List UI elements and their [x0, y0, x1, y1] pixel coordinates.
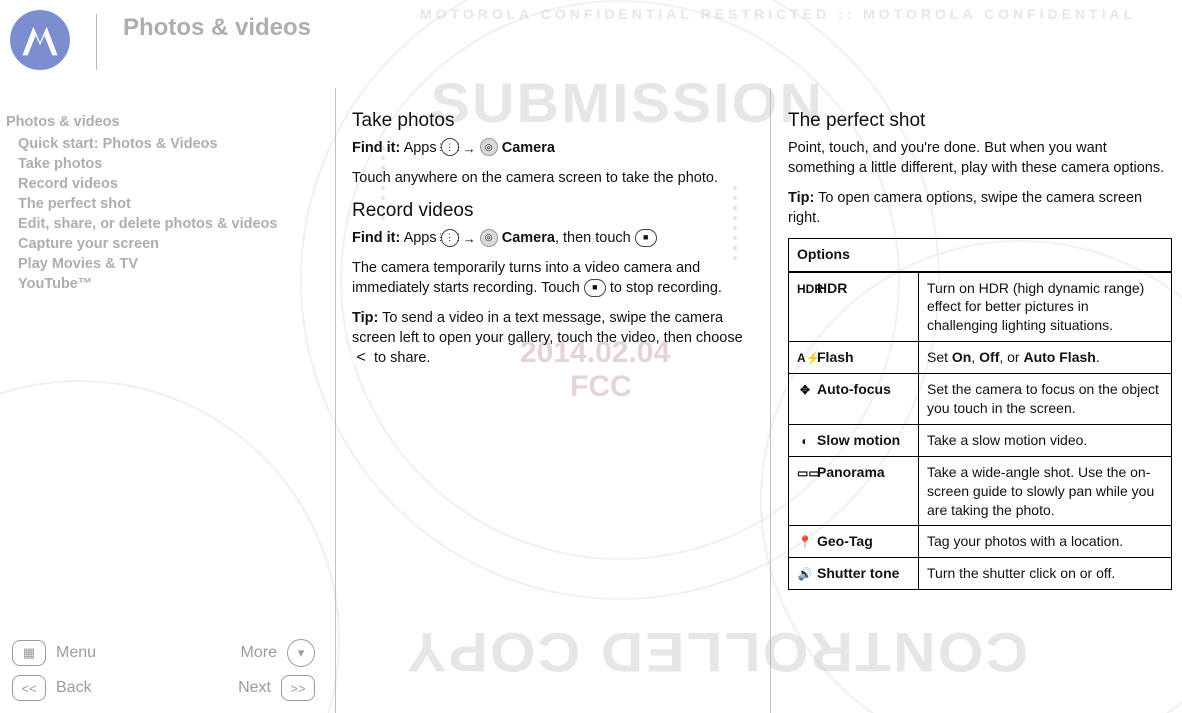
next-label: Next	[238, 679, 271, 697]
option-desc: Turn on HDR (high dynamic range) effect …	[919, 272, 1172, 342]
table-row: 📍Geo-Tag Tag your photos with a location…	[789, 526, 1172, 558]
tip-body-a: To send a video in a text message, swipe…	[352, 310, 743, 346]
nav-section-head[interactable]: Photos & videos	[6, 112, 321, 132]
camera-app-icon: ◎	[480, 229, 498, 247]
flash-icon: A⚡	[797, 350, 813, 366]
stop-icon: ■	[584, 279, 606, 297]
nav-item[interactable]: The perfect shot	[6, 194, 321, 214]
more-icon: ▾	[287, 639, 315, 667]
camera-word: Camera	[502, 230, 555, 246]
camera-app-icon: ◎	[480, 138, 498, 156]
apps-word: Apps	[404, 230, 437, 246]
option-name: Panorama	[817, 464, 885, 480]
table-row: 🔊Shutter tone Turn the shutter click on …	[789, 558, 1172, 590]
panorama-icon: ▭▭	[797, 465, 813, 481]
option-name: Slow motion	[817, 432, 900, 448]
content-column-a: Take photos Find it: Apps ⋮⋮⋮ → ◎ Camera…	[352, 108, 752, 378]
more-label: More	[241, 644, 277, 662]
options-th: Options	[789, 239, 1172, 272]
column-divider	[770, 88, 771, 713]
then-touch-text: , then touch	[555, 230, 631, 246]
apps-grid-icon: ⋮⋮⋮	[441, 138, 459, 156]
table-row: ◐Slow motion Take a slow motion video.	[789, 424, 1172, 456]
record-body-b: to stop recording.	[610, 280, 722, 296]
apps-word: Apps	[404, 140, 437, 156]
menu-label: Menu	[56, 644, 96, 662]
option-desc: Set On, Off, or Auto Flash.	[919, 342, 1172, 374]
tip-label: Tip:	[352, 310, 378, 326]
header-divider	[96, 14, 97, 70]
menu-icon: ▦	[12, 640, 46, 666]
next-button[interactable]: Next >>	[238, 675, 315, 701]
option-desc: Take a wide-angle shot. Use the on-scree…	[919, 456, 1172, 526]
menu-button[interactable]: ▦ Menu	[12, 640, 96, 666]
record-tip: Tip: To send a video in a text message, …	[352, 308, 752, 368]
option-name: Geo-Tag	[817, 533, 873, 549]
nav-item[interactable]: Edit, share, or delete photos & videos	[6, 214, 321, 234]
option-desc: Take a slow motion video.	[919, 424, 1172, 456]
perfect-shot-tip: Tip: To open camera options, swipe the c…	[788, 188, 1172, 228]
header: Photos & videos	[0, 0, 1182, 78]
record-body: The camera temporarily turns into a vide…	[352, 258, 752, 298]
arrow-icon: →	[463, 141, 476, 156]
table-row: ▭▭Panorama Take a wide-angle shot. Use t…	[789, 456, 1172, 526]
nav-item[interactable]: YouTube™	[6, 274, 321, 294]
column-divider	[335, 88, 336, 713]
wm-controlled: CONTROLLED COPY	[405, 620, 1028, 685]
heading-perfect-shot: The perfect shot	[788, 108, 1172, 134]
nav-item[interactable]: Play Movies & TV	[6, 254, 321, 274]
options-table: Options HDRHDR Turn on HDR (high dynamic…	[788, 238, 1172, 590]
option-name: Flash	[817, 349, 854, 365]
apps-grid-icon: ⋮⋮⋮	[441, 229, 459, 247]
tip-label: Tip:	[788, 190, 814, 206]
find-it-line: Find it: Apps ⋮⋮⋮ → ◎ Camera	[352, 138, 752, 158]
find-it-line: Find it: Apps ⋮⋮⋮ → ◎ Camera, then touch…	[352, 228, 752, 248]
option-name: Auto-focus	[817, 381, 891, 397]
table-row: ✥Auto-focus Set the camera to focus on t…	[789, 374, 1172, 425]
heading-record-videos: Record videos	[352, 198, 752, 224]
table-row: HDRHDR Turn on HDR (high dynamic range) …	[789, 272, 1172, 342]
heading-take-photos: Take photos	[352, 108, 752, 134]
back-button[interactable]: << Back	[12, 675, 92, 701]
find-it-label: Find it:	[352, 140, 400, 156]
more-button[interactable]: More ▾	[241, 639, 315, 667]
footer-controls: ▦ Menu More ▾ << Back Next >>	[6, 635, 321, 705]
geotag-icon: 📍	[797, 534, 813, 550]
nav-item[interactable]: Take photos	[6, 154, 321, 174]
hdr-icon: HDR	[797, 281, 813, 297]
shutter-icon: 🔊	[797, 566, 813, 582]
motorola-logo	[10, 10, 70, 70]
option-desc: Turn the shutter click on or off.	[919, 558, 1172, 590]
arrow-icon: →	[463, 231, 476, 246]
back-icon: <<	[12, 675, 46, 701]
content-column-b: The perfect shot Point, touch, and you'r…	[788, 108, 1172, 590]
back-label: Back	[56, 679, 92, 697]
autofocus-icon: ✥	[797, 382, 813, 398]
option-name: Shutter tone	[817, 565, 899, 581]
tip-body-b: to share.	[370, 350, 430, 366]
perfect-shot-intro: Point, touch, and you're done. But when …	[788, 138, 1172, 178]
share-icon: <	[352, 349, 370, 367]
find-it-label: Find it:	[352, 230, 400, 246]
nav-item[interactable]: Quick start: Photos & Videos	[6, 134, 321, 154]
tip-body: To open camera options, swipe the camera…	[788, 190, 1142, 226]
video-record-icon: ■	[635, 229, 657, 247]
page-title: Photos & videos	[123, 14, 311, 42]
take-photos-body: Touch anywhere on the camera screen to t…	[352, 168, 752, 188]
option-desc: Set the camera to focus on the object yo…	[919, 374, 1172, 425]
table-row: A⚡Flash Set On, Off, or Auto Flash.	[789, 342, 1172, 374]
option-name: HDR	[817, 280, 847, 296]
slowmo-icon: ◐	[797, 433, 813, 449]
nav-item[interactable]: Record videos	[6, 174, 321, 194]
nav-item[interactable]: Capture your screen	[6, 234, 321, 254]
next-icon: >>	[281, 675, 315, 701]
sidebar-nav: Photos & videos Quick start: Photos & Vi…	[6, 112, 321, 294]
option-desc: Tag your photos with a location.	[919, 526, 1172, 558]
camera-word: Camera	[502, 140, 555, 156]
